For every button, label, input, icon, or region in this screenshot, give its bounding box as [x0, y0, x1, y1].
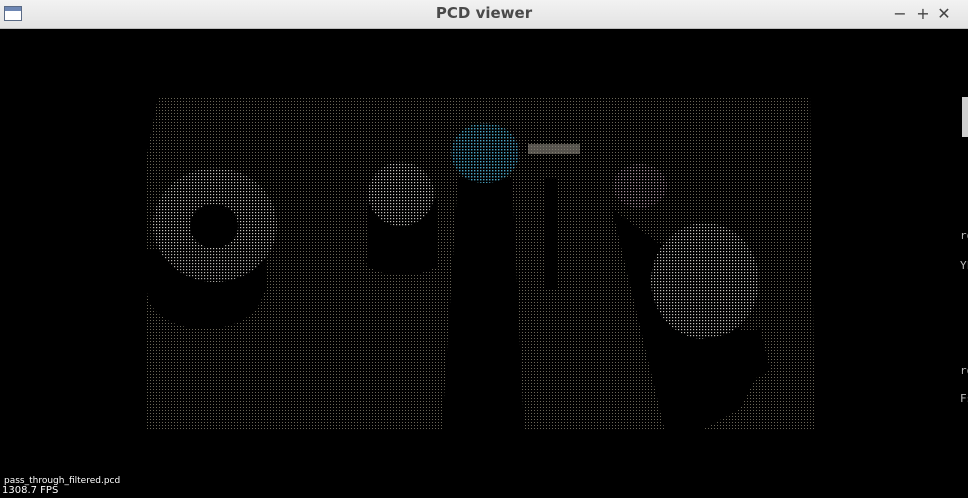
small-cup [368, 162, 434, 226]
cup-shadow [366, 247, 438, 275]
bowl-hole [190, 204, 238, 248]
pink-ball [613, 164, 667, 208]
blue-ball [451, 123, 519, 183]
text-fragment: YF [960, 259, 968, 272]
large-bowl [651, 223, 759, 339]
text-fragment: ro [960, 364, 968, 377]
title-bar[interactable]: PCD viewer − + ✕ [0, 0, 968, 29]
text-fragment: Fs [960, 392, 968, 405]
window-title: PCD viewer [435, 4, 533, 22]
close-icon[interactable]: ✕ [934, 4, 954, 24]
minimize-icon[interactable]: − [890, 4, 910, 24]
text-fragment: ro [960, 229, 968, 242]
point-cloud-render [145, 96, 815, 431]
background-window-strip: ro YF ro Fs [954, 29, 968, 498]
fps-counter: 1308.7 FPS [2, 485, 59, 496]
point-cloud-viewport[interactable] [0, 29, 954, 498]
maximize-icon[interactable]: + [913, 4, 933, 24]
scrollbar-fragment[interactable] [962, 97, 968, 137]
pcd-viewer-window: PCD viewer − + ✕ pass_through_filtered.p… [0, 0, 968, 498]
